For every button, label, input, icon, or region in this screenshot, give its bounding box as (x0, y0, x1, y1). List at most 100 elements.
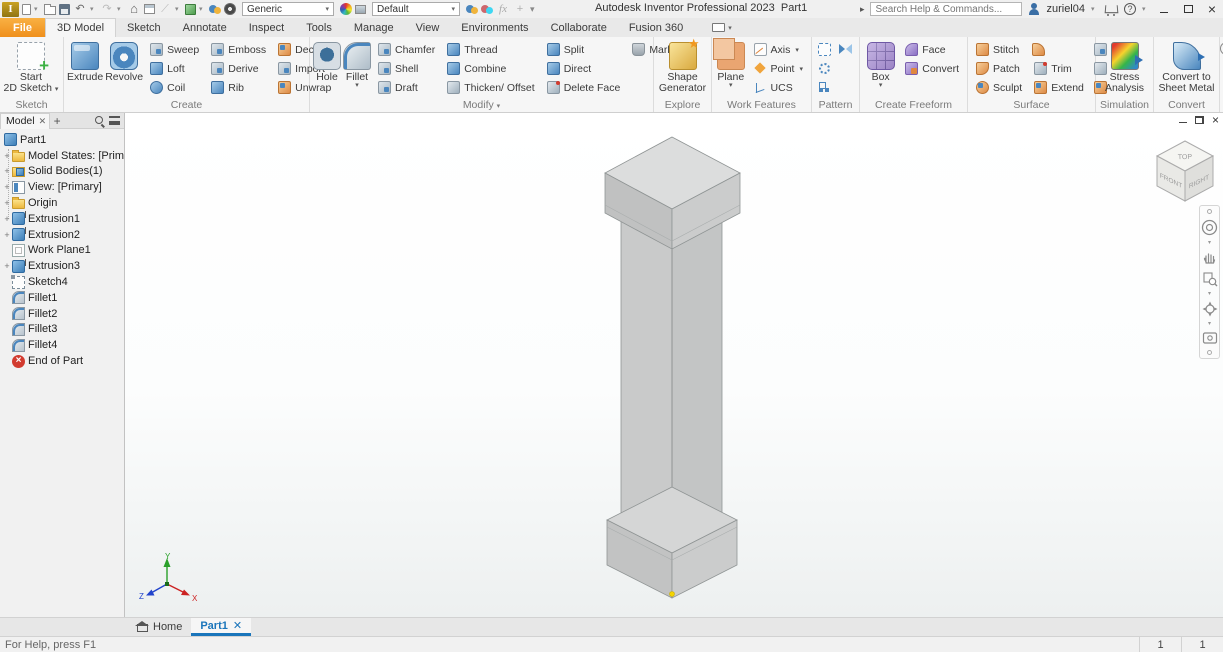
convert-to-sheet-metal-button[interactable]: Convert toSheet Metal (1157, 40, 1216, 94)
shape-generator-button[interactable]: ShapeGenerator (657, 40, 708, 94)
tab-collaborate[interactable]: Collaborate (540, 18, 618, 37)
tree-item-extrusion1[interactable]: Extrusion1 (0, 211, 124, 227)
doc-tab-home[interactable]: Home (127, 618, 191, 636)
doc-restore-icon[interactable] (1195, 116, 1204, 124)
doc-minimize-icon[interactable] (1179, 122, 1187, 123)
sculpt-button[interactable]: Sculpt (971, 78, 1027, 97)
coil-button[interactable]: Coil (145, 78, 204, 97)
material-browser-icon[interactable] (224, 3, 236, 15)
extrude-button[interactable]: Extrude (67, 40, 103, 83)
store-cart-icon[interactable] (1104, 4, 1118, 15)
user-caret-icon[interactable]: ▾ (1091, 5, 1098, 13)
expander-icon[interactable] (2, 182, 12, 192)
tree-item-work-plane1[interactable]: Work Plane1 (0, 243, 124, 259)
emboss-button[interactable]: Emboss (206, 40, 271, 59)
user-avatar-icon[interactable] (1028, 3, 1040, 15)
tab-manage[interactable]: Manage (343, 18, 405, 37)
look-at-icon[interactable] (1202, 331, 1218, 345)
group-label-modify[interactable]: Modify ▾ (310, 99, 653, 111)
delete-face-button[interactable]: Delete Face (542, 78, 626, 97)
new-file-icon[interactable] (22, 4, 31, 15)
clear-appearance-icon[interactable] (481, 4, 493, 15)
material-caret-icon[interactable]: ▾ (199, 5, 206, 13)
material-cube-icon[interactable] (185, 4, 196, 15)
customize-qat-icon[interactable]: ▾ (530, 4, 537, 15)
origin-point[interactable] (670, 592, 675, 597)
part1-tab-close-icon[interactable]: ✕ (233, 619, 242, 632)
plane-button[interactable]: Plane ▾ (715, 40, 747, 89)
sweep-button[interactable]: Sweep (145, 40, 204, 59)
measure-caret-icon[interactable]: ▾ (175, 5, 182, 13)
undo-icon[interactable]: ↶ (73, 1, 87, 17)
tree-item-fillet3[interactable]: Fillet3 (0, 322, 124, 338)
shell-button[interactable]: Shell (373, 59, 440, 78)
tree-item-solid-bodies[interactable]: Solid Bodies(1) (0, 164, 124, 180)
point-button[interactable]: Point▾ (749, 59, 808, 78)
redo-caret-icon[interactable]: ▾ (117, 5, 124, 13)
column-model[interactable] (580, 123, 760, 613)
expander-icon[interactable] (2, 214, 12, 224)
tree-item-sketch4[interactable]: Sketch4 (0, 274, 124, 290)
axis-button[interactable]: Axis▾ (749, 40, 808, 59)
expander-icon[interactable] (2, 230, 12, 240)
ruled-surface-button[interactable] (1029, 40, 1089, 59)
parameters-fx-icon[interactable]: fx (496, 3, 510, 15)
group-label-create-freeform[interactable]: Create Freeform (860, 99, 967, 111)
username[interactable]: zuriel04 (1046, 3, 1085, 15)
appearance-swap-icon[interactable] (209, 4, 221, 15)
tree-item-view-primary[interactable]: View: [Primary] (0, 179, 124, 195)
group-label-surface[interactable]: Surface (968, 99, 1095, 111)
appearance-thumb-icon[interactable] (355, 5, 366, 14)
browser-menu-icon[interactable] (109, 116, 120, 125)
help-caret-icon[interactable]: ▾ (1142, 5, 1149, 13)
stitch-button[interactable]: Stitch (971, 40, 1027, 59)
doc-close-icon[interactable]: × (1212, 115, 1219, 125)
browser-tab-close-icon[interactable]: ✕ (39, 116, 47, 127)
tab-view[interactable]: View (405, 18, 451, 37)
split-button[interactable]: Split (542, 40, 626, 59)
loft-button[interactable]: Loft (145, 59, 204, 78)
tab-fusion360[interactable]: Fusion 360 (618, 18, 694, 37)
pan-icon[interactable] (1202, 250, 1218, 266)
trim-button[interactable]: Trim (1029, 59, 1089, 78)
material-dropdown[interactable]: Generic▾ (242, 2, 334, 16)
tree-item-extrusion3[interactable]: Extrusion3 (0, 258, 124, 274)
derive-button[interactable]: Derive (206, 59, 271, 78)
tab-file[interactable]: File (0, 18, 45, 37)
group-label-create[interactable]: Create (64, 99, 309, 111)
tree-item-part1[interactable]: Part1 (0, 132, 124, 148)
expander-icon[interactable] (2, 261, 12, 271)
combine-button[interactable]: Combine (442, 59, 539, 78)
tab-sketch[interactable]: Sketch (116, 18, 172, 37)
freeform-face-button[interactable]: Face (900, 40, 964, 59)
sketch-driven-pattern-button[interactable] (815, 78, 834, 97)
freeform-box-button[interactable]: Box ▾ (863, 40, 898, 89)
draft-button[interactable]: Draft (373, 78, 440, 97)
freeform-convert-button[interactable]: Convert (900, 59, 964, 78)
thread-button[interactable]: Thread (442, 40, 539, 59)
hole-button[interactable]: Hole (313, 40, 341, 83)
direct-button[interactable]: Direct (542, 59, 626, 78)
stress-analysis-button[interactable]: StressAnalysis (1099, 40, 1150, 94)
restore-button[interactable] (1179, 2, 1197, 16)
redo-icon[interactable]: ↷ (100, 1, 114, 17)
appearance-dropdown[interactable]: Default▾ (372, 2, 460, 16)
revolve-button[interactable]: Revolve (105, 40, 143, 83)
browser-tab-model[interactable]: Model✕ (0, 113, 50, 129)
group-label-pattern[interactable]: Pattern (812, 99, 859, 111)
mirror-button[interactable] (836, 40, 855, 59)
add-qat-icon[interactable]: + (513, 1, 527, 17)
browser-search-icon[interactable] (94, 115, 105, 126)
expander-icon[interactable] (2, 198, 12, 208)
orbit-icon[interactable] (1202, 301, 1218, 317)
new-file-caret-icon[interactable]: ▾ (34, 5, 41, 13)
open-file-icon[interactable] (44, 6, 56, 15)
navbar-caret-icon[interactable]: ▾ (1208, 292, 1211, 296)
tree-item-fillet1[interactable]: Fillet1 (0, 290, 124, 306)
tree-item-fillet2[interactable]: Fillet2 (0, 306, 124, 322)
tab-environments[interactable]: Environments (450, 18, 539, 37)
thicken-offset-button[interactable]: Thicken/ Offset (442, 78, 539, 97)
chamfer-button[interactable]: Chamfer (373, 40, 440, 59)
viewport-3d[interactable]: × TOP FRONT RIGHT ▾ ▾ ▾ (125, 113, 1223, 617)
patch-button[interactable]: Patch (971, 59, 1027, 78)
